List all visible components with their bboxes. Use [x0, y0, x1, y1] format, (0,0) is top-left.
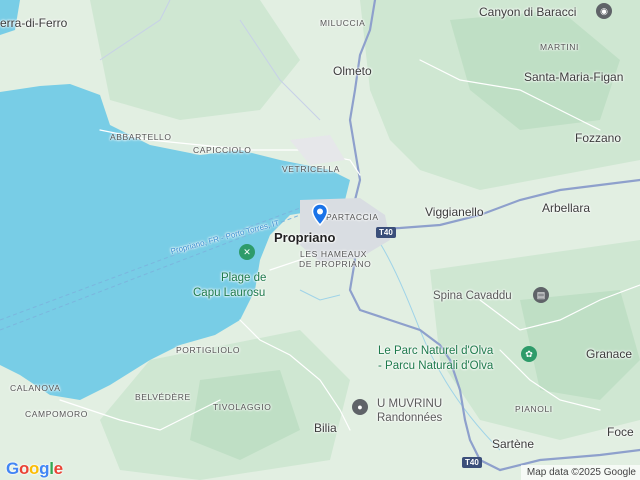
place-tivolaggio[interactable]: TIVOLAGGIO	[213, 403, 271, 412]
place-santa-maria-figaniella[interactable]: Santa-Maria-Figan	[524, 71, 623, 83]
place-martini[interactable]: MARTINI	[540, 43, 579, 52]
place-canyon-di-baracci[interactable]: Canyon di Baracci	[479, 6, 576, 18]
place-foce[interactable]: Foce	[607, 426, 634, 438]
canyon-pin-icon[interactable]: ◉	[596, 3, 612, 19]
place-belvedere[interactable]: BELVÉDÈRE	[135, 393, 191, 402]
lodging-pin-icon[interactable]: ▤	[533, 287, 549, 303]
place-abbartello[interactable]: ABBARTELLO	[110, 133, 172, 142]
place-calanova[interactable]: CALANOVA	[10, 384, 60, 393]
place-sartene[interactable]: Sartène	[492, 438, 534, 450]
place-pianoli[interactable]: PIANOLI	[515, 405, 553, 414]
poi-u-muvrinu-line1[interactable]: U MUVRINU	[377, 398, 442, 411]
poi-spina-cavaddu[interactable]: Spina Cavaddu	[433, 290, 512, 303]
place-propriano[interactable]: Propriano	[274, 231, 335, 244]
place-miluccia[interactable]: MILUCCIA	[320, 19, 365, 28]
road-shield-t40-south: T40	[462, 457, 482, 468]
poi-parc-olva-line2[interactable]: - Parcu Naturali d'Olva	[378, 360, 493, 373]
beach-pin-icon[interactable]: ✕	[239, 244, 255, 260]
hiking-pin-icon[interactable]: ●	[352, 399, 368, 415]
road-shield-t40-north: T40	[376, 227, 396, 238]
place-granace[interactable]: Granace	[586, 348, 632, 360]
place-olmeto[interactable]: Olmeto	[333, 65, 372, 77]
place-viggianello[interactable]: Viggianello	[425, 206, 484, 218]
place-les-hameaux-line1[interactable]: LES HAMEAUX	[300, 250, 367, 259]
place-campomoro[interactable]: CAMPOMORO	[25, 410, 88, 419]
park-pin-icon[interactable]: ✿	[521, 346, 537, 362]
place-fozzano[interactable]: Fozzano	[575, 132, 621, 144]
poi-plage-line2[interactable]: Capu Laurosu	[193, 287, 265, 300]
map-attribution[interactable]: Map data ©2025 Google	[520, 465, 640, 480]
place-partaccia[interactable]: PARTACCIA	[326, 213, 379, 222]
place-arbellara[interactable]: Arbellara	[542, 202, 590, 214]
place-capicciolo[interactable]: CAPICCIOLO	[193, 146, 251, 155]
poi-plage-line1[interactable]: Plage de	[221, 272, 266, 285]
location-pin-icon[interactable]	[311, 203, 329, 227]
place-bilia[interactable]: Bilia	[314, 422, 337, 434]
poi-parc-olva-line1[interactable]: Le Parc Naturel d'Olva	[378, 345, 493, 358]
place-les-hameaux-line2[interactable]: DE PROPRIANO	[299, 260, 371, 269]
place-portigliolo[interactable]: PORTIGLIOLO	[176, 346, 240, 355]
google-logo[interactable]: Google	[6, 459, 63, 479]
place-vetricella[interactable]: VETRICELLA	[282, 165, 340, 174]
place-serra-di-ferro[interactable]: erra-di-Ferro	[0, 17, 67, 29]
poi-u-muvrinu-line2[interactable]: Randonnées	[377, 412, 442, 425]
